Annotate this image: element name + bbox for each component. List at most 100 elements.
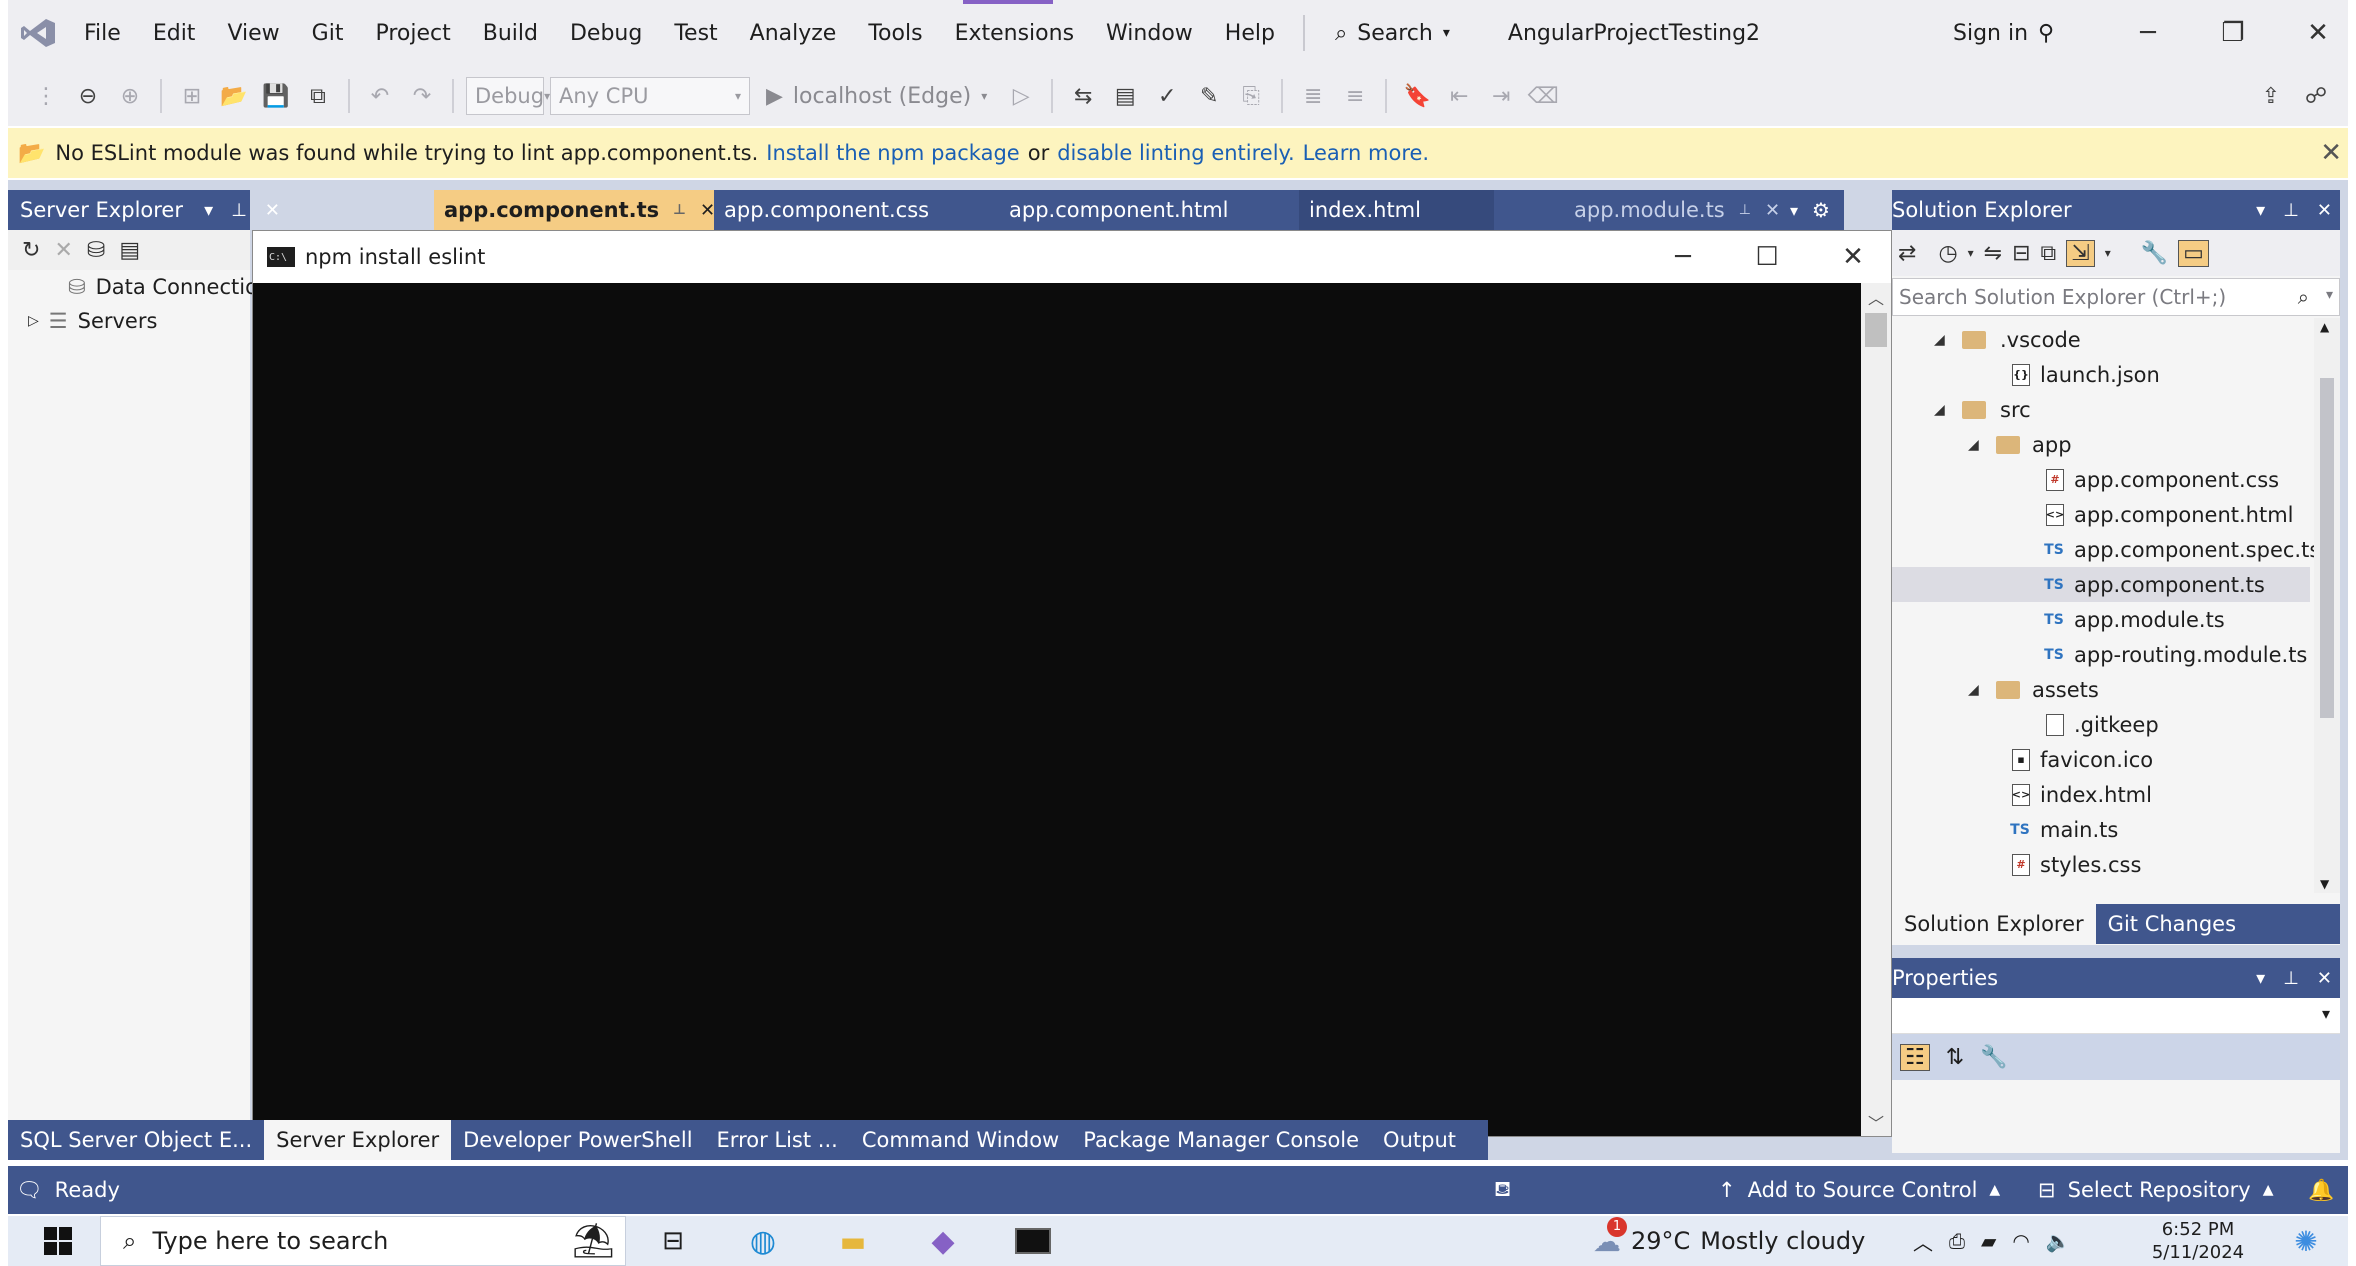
connect-server-icon[interactable]: ▤ [119,238,140,263]
tab-index-html[interactable]: index.html [1299,190,1494,230]
refresh-icon[interactable]: ↻ [22,238,40,263]
prev-bookmark-icon[interactable]: ⇤ [1441,78,1477,114]
chevron-down-icon[interactable]: ▾ [2105,246,2111,260]
stop-icon[interactable]: ✕ [54,238,72,263]
close-icon[interactable]: ✕ [1765,200,1780,221]
share-icon[interactable]: ⇪ [2253,78,2289,114]
wifi-icon[interactable]: ◠ [2012,1229,2029,1253]
tab-error-list[interactable]: Error List ... [705,1120,850,1160]
console-minimize-button[interactable]: ─ [1653,231,1713,283]
weather-widget[interactable]: ☁ 1 29°C Mostly cloudy [1593,1216,1865,1266]
menu-debug[interactable]: Debug [554,0,658,66]
connect-database-icon[interactable]: ⛁ [87,238,105,263]
tree-item-styles-css[interactable]: # styles.css [1892,847,2310,882]
menu-project[interactable]: Project [359,0,466,66]
categorized-icon[interactable]: ☷ [1900,1043,1930,1071]
save-all-icon[interactable]: ⧉ [300,78,336,114]
console-scrollbar[interactable]: ︿ ﹀ [1861,283,1891,1136]
tree-item-app-component-css[interactable]: # app.component.css [1892,462,2310,497]
copilot-icon[interactable]: ✺ [2276,1216,2336,1266]
configuration-select[interactable]: Debug ▾ [466,77,550,115]
sign-in-button[interactable]: Sign in ⚲ [1953,0,2054,66]
chevron-up-icon[interactable]: ︿ [1913,1227,1933,1256]
tree-item-vscode[interactable]: ◢ .vscode [1892,322,2310,357]
tree-item-app-routing-module-ts[interactable]: TS app-routing.module.ts [1892,637,2310,672]
tree-item-app[interactable]: ◢ app [1892,427,2310,462]
notifications-pending-icon[interactable]: ⛾ [1494,1166,1511,1214]
close-icon[interactable]: ✕ [265,200,280,221]
task-view-icon[interactable]: ⊟ [643,1216,703,1266]
minimize-button[interactable]: ─ [2118,0,2178,66]
menu-tools[interactable]: Tools [852,0,938,66]
chevron-down-icon[interactable]: ▾ [204,200,213,221]
tab-solution-explorer[interactable]: Solution Explorer [1892,904,2096,944]
open-folder-icon[interactable]: 📂 [216,78,252,114]
expand-icon[interactable]: ▷ [28,313,39,329]
tree-item-launch-json[interactable]: {} launch.json [1892,357,2310,392]
scroll-up-icon[interactable]: ▲ [2320,320,2329,334]
disable-linting-link[interactable]: disable linting entirely. [1057,141,1294,165]
hot-reload-icon[interactable]: ✎ [1191,78,1227,114]
pin-icon[interactable]: ⊥ [1739,202,1751,218]
learn-more-link[interactable]: Learn more. [1303,141,1429,165]
add-to-source-control-button[interactable]: ↑ Add to Source Control ▲ [1718,1166,2000,1214]
chevron-down-icon[interactable]: ▾ [1968,246,1974,260]
solution-tree-scrollbar[interactable]: ▲ ▼ [2314,318,2340,893]
search-icon[interactable]: ⌕ [2298,285,2309,309]
tab-overflow-icon[interactable]: ▾ [1790,201,1798,220]
switch-views-icon[interactable]: ⇋ [1984,241,2002,266]
tree-item-src[interactable]: ◢ src [1892,392,2310,427]
layout-icon[interactable]: ▤ [1107,78,1143,114]
uncomment-icon[interactable]: ≡ [1337,78,1373,114]
comment-icon[interactable]: ≣ [1295,78,1331,114]
device-icon[interactable]: ⎙ [1949,1229,1965,1253]
file-explorer-icon[interactable]: ▬ [823,1216,883,1266]
windows-start-icon[interactable] [28,1216,88,1266]
console-maximize-button[interactable]: ☐ [1737,231,1797,283]
tree-item-data-connections[interactable]: ⛁ Data Connectio [8,270,258,304]
menu-extensions[interactable]: Extensions [939,0,1090,66]
preview-icon[interactable]: ▭ [2178,239,2209,267]
collapse-all-icon[interactable]: ⊟ [2012,241,2030,266]
pin-icon[interactable]: ⊥ [231,200,247,221]
start-without-debugging-icon[interactable]: ▷ [1003,78,1039,114]
tab-app-component-html[interactable]: app.component.html [999,190,1299,230]
scroll-down-icon[interactable]: ▼ [2320,877,2329,891]
install-npm-link[interactable]: Install the npm package [766,141,1019,165]
tab-app-module-ts[interactable]: app.module.ts ⊥ ✕ [1564,190,1784,230]
close-icon[interactable]: ✕ [2317,968,2332,989]
close-button[interactable]: ✕ [2288,0,2348,66]
bookmark-icon[interactable]: 🔖 [1399,78,1435,114]
wrench-icon[interactable]: 🔧 [2141,241,2168,266]
filter-icon[interactable]: ⇲ [2066,239,2095,267]
menu-test[interactable]: Test [658,0,733,66]
history-icon[interactable]: ◷ [1938,241,1957,266]
forward-icon[interactable]: ⊕ [112,78,148,114]
wrench-icon[interactable]: 🔧 [1980,1045,2007,1070]
save-icon[interactable]: 💾 [258,78,294,114]
system-clock[interactable]: 6:52 PM 5/11/2024 [2143,1218,2253,1264]
properties-object-select[interactable]: ▾ [1892,998,2340,1034]
menu-edit[interactable]: Edit [137,0,212,66]
npm-console-window[interactable]: C:\ npm install eslint ─ ☐ ✕ ︿ ﹀ [252,230,1892,1137]
collapse-icon[interactable]: ◢ [1934,402,1945,418]
tab-developer-powershell[interactable]: Developer PowerShell [451,1120,704,1160]
start-debugging-button[interactable]: ▶ localhost (Edge) ▾ [756,84,997,109]
tab-server-explorer[interactable]: Server Explorer [264,1120,452,1160]
spell-check-icon[interactable]: ✓ [1149,78,1185,114]
menu-view[interactable]: View [211,0,295,66]
pin-icon[interactable]: ⊥ [2283,200,2299,221]
battery-icon[interactable]: ▰ [1981,1229,1996,1253]
menu-window[interactable]: Window [1090,0,1209,66]
copy-icon[interactable]: ⧉ [2041,241,2057,266]
tree-item-app-component-html[interactable]: <> app.component.html [1892,497,2310,532]
clipboard-icon[interactable]: ⎘ [1233,78,1269,114]
back-icon[interactable]: ⊖ [70,78,106,114]
collapse-icon[interactable]: ◢ [1968,437,1979,453]
tab-git-changes[interactable]: Git Changes [2096,904,2248,944]
edge-browser-icon[interactable]: ◍ [733,1216,793,1266]
select-repository-button[interactable]: ⊟ Select Repository ▲ [2038,1166,2274,1214]
next-bookmark-icon[interactable]: ⇥ [1483,78,1519,114]
search-button[interactable]: ⌕ Search ▾ [1317,21,1468,46]
console-close-button[interactable]: ✕ [1823,231,1883,283]
